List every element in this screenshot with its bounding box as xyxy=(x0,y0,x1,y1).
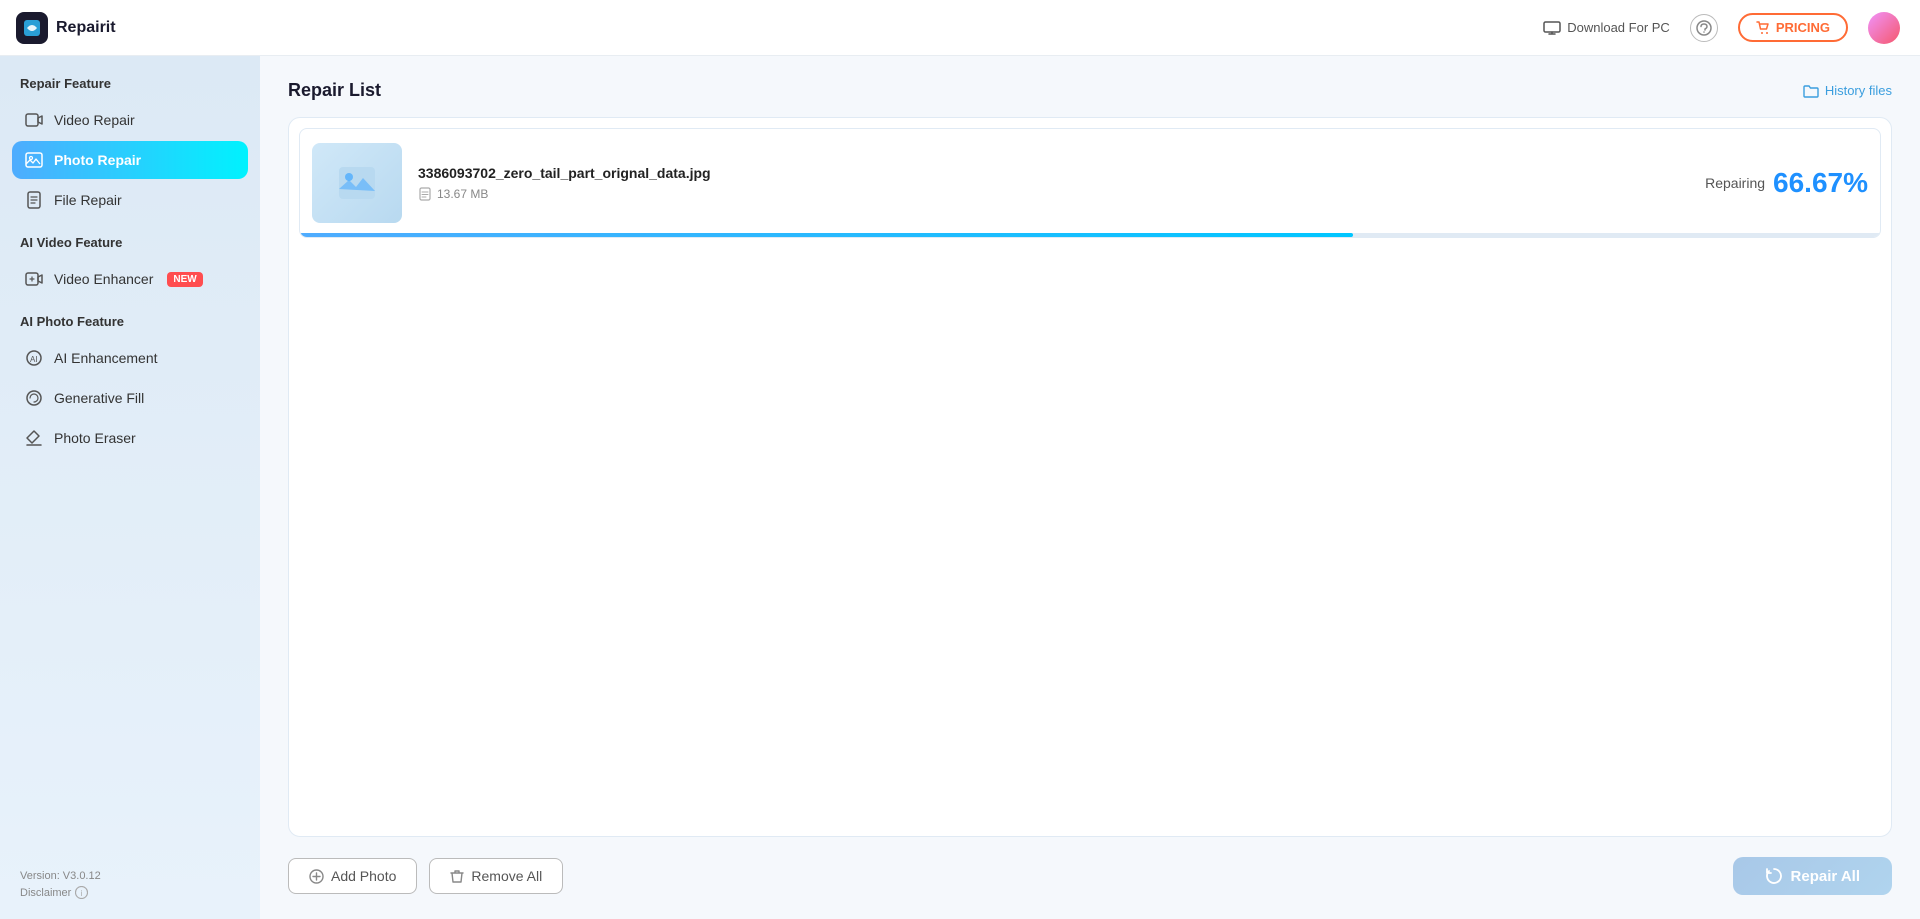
logo-icon xyxy=(16,12,48,44)
file-list-area: 3386093702_zero_tail_part_orignal_data.j… xyxy=(288,117,1892,837)
video-repair-icon xyxy=(24,110,44,130)
main-content: Repair List History files xyxy=(260,56,1920,919)
ai-enhancement-label: AI Enhancement xyxy=(54,350,158,366)
remove-all-button[interactable]: Remove All xyxy=(429,858,563,894)
toolbar-left: Add Photo Remove All xyxy=(288,858,563,894)
history-files-button[interactable]: History files xyxy=(1803,83,1892,98)
sidebar-item-generative-fill[interactable]: Generative Fill xyxy=(12,379,248,417)
repair-all-button[interactable]: Repair All xyxy=(1733,857,1892,895)
file-info: 3386093702_zero_tail_part_orignal_data.j… xyxy=(418,165,1705,201)
add-photo-icon xyxy=(309,869,324,884)
bottom-toolbar: Add Photo Remove All Repair All xyxy=(288,853,1892,895)
sidebar-item-video-enhancer[interactable]: Video Enhancer NEW xyxy=(12,260,248,298)
progress-bar-container xyxy=(300,233,1880,237)
video-repair-label: Video Repair xyxy=(54,112,135,128)
pricing-button[interactable]: PRICING xyxy=(1738,13,1848,42)
help-button[interactable] xyxy=(1690,14,1718,42)
generative-fill-icon xyxy=(24,388,44,408)
video-enhancer-icon xyxy=(24,269,44,289)
ai-enhancement-icon: AI xyxy=(24,348,44,368)
sidebar-ai-photo-section: AI Photo Feature AI AI Enhancement xyxy=(12,314,248,457)
repairing-label: Repairing xyxy=(1705,175,1765,191)
disclaimer-button[interactable]: Disclaimer i xyxy=(20,886,240,899)
sidebar: Repair Feature Video Repair xyxy=(0,56,260,919)
progress-bar-fill xyxy=(300,233,1353,237)
sidebar-ai-video-section: AI Video Feature Video Enhancer NEW xyxy=(12,235,248,298)
repair-list-title: Repair List xyxy=(288,80,381,101)
repair-icon xyxy=(1765,867,1783,885)
photo-eraser-icon xyxy=(24,428,44,448)
sidebar-item-file-repair[interactable]: File Repair xyxy=(12,181,248,219)
file-item: 3386093702_zero_tail_part_orignal_data.j… xyxy=(299,128,1881,238)
svg-text:AI: AI xyxy=(30,355,38,364)
cart-icon xyxy=(1756,21,1770,35)
sidebar-item-photo-eraser[interactable]: Photo Eraser xyxy=(12,419,248,457)
ai-photo-feature-title: AI Photo Feature xyxy=(20,314,240,329)
sidebar-item-video-repair[interactable]: Video Repair xyxy=(12,101,248,139)
sidebar-item-ai-enhancement[interactable]: AI AI Enhancement xyxy=(12,339,248,377)
svg-text:i: i xyxy=(81,889,83,898)
file-status: Repairing 66.67% xyxy=(1705,167,1868,199)
file-repair-label: File Repair xyxy=(54,192,122,208)
repair-list-header: Repair List History files xyxy=(288,80,1892,101)
file-repair-icon xyxy=(24,190,44,210)
photo-eraser-label: Photo Eraser xyxy=(54,430,136,446)
add-photo-button[interactable]: Add Photo xyxy=(288,858,417,894)
repair-feature-title: Repair Feature xyxy=(20,76,240,91)
headset-icon xyxy=(1696,20,1712,36)
folder-icon xyxy=(1803,84,1819,98)
sidebar-bottom: Version: V3.0.12 Disclaimer i xyxy=(12,870,248,899)
download-pc-button[interactable]: Download For PC xyxy=(1543,20,1670,35)
sidebar-item-photo-repair[interactable]: Photo Repair xyxy=(12,141,248,179)
header-right: Download For PC PRICING xyxy=(1543,12,1900,44)
version-text: Version: V3.0.12 xyxy=(20,870,240,882)
new-badge: NEW xyxy=(167,272,202,287)
ai-video-feature-title: AI Video Feature xyxy=(20,235,240,250)
file-name: 3386093702_zero_tail_part_orignal_data.j… xyxy=(418,165,1705,181)
file-size: 13.67 MB xyxy=(418,187,1705,201)
photo-repair-label: Photo Repair xyxy=(54,152,141,168)
generative-fill-label: Generative Fill xyxy=(54,390,144,406)
app-header: Repairit Download For PC PRICING xyxy=(0,0,1920,56)
main-layout: Repair Feature Video Repair xyxy=(0,56,1920,919)
info-icon: i xyxy=(75,886,88,899)
monitor-icon xyxy=(1543,21,1561,35)
video-enhancer-label: Video Enhancer xyxy=(54,271,153,287)
sidebar-content: Repair Feature Video Repair xyxy=(12,76,248,473)
sidebar-repair-section: Repair Feature Video Repair xyxy=(12,76,248,219)
progress-percent: 66.67% xyxy=(1773,167,1868,199)
file-size-icon xyxy=(418,187,432,201)
app-title: Repairit xyxy=(56,19,116,37)
user-avatar[interactable] xyxy=(1868,12,1900,44)
logo-area: Repairit xyxy=(16,12,116,44)
photo-repair-icon xyxy=(24,150,44,170)
trash-icon xyxy=(450,869,464,884)
file-thumbnail xyxy=(312,143,402,223)
photo-thumbnail-icon xyxy=(335,161,379,205)
